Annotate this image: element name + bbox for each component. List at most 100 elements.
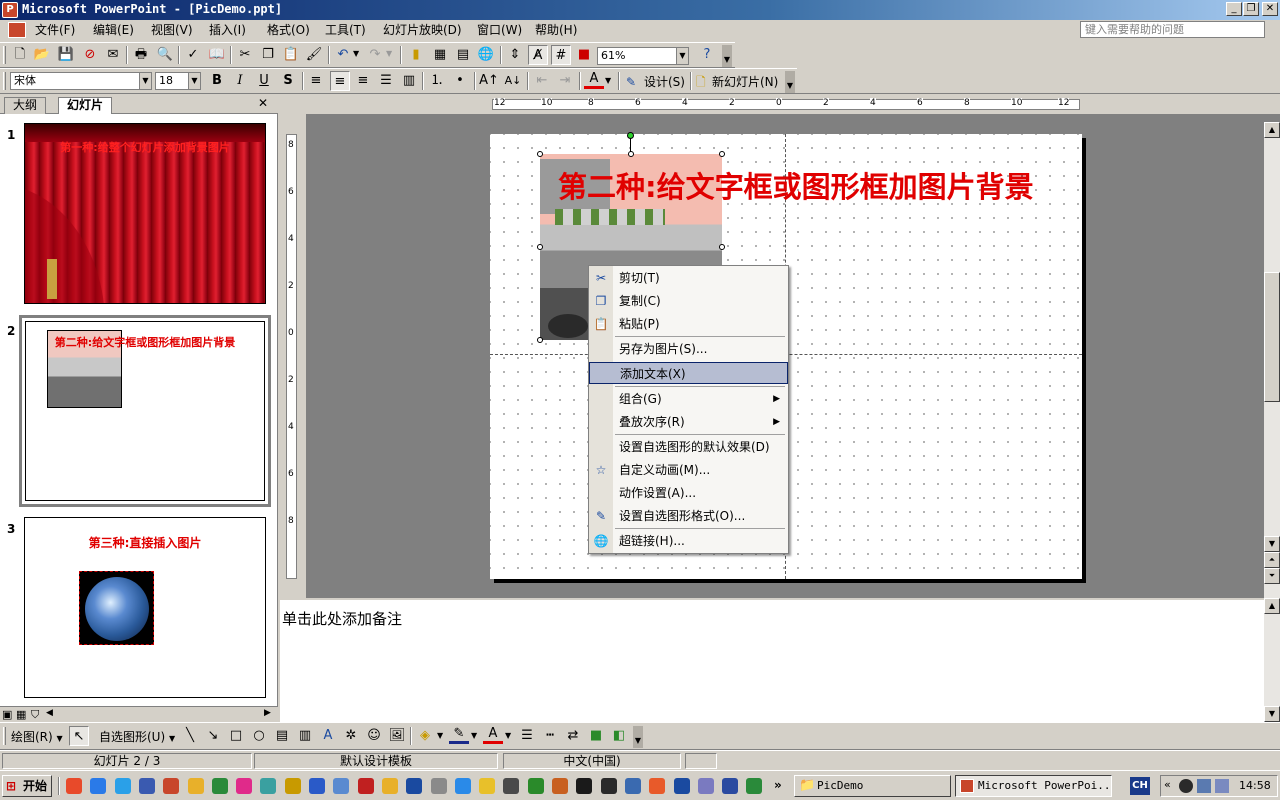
context-menu-item[interactable]: ☆ 自定义动画(M)...	[589, 459, 788, 481]
quick-launch-app-icon[interactable]	[236, 778, 253, 794]
quick-launch-app-icon[interactable]	[114, 778, 131, 794]
research-icon[interactable]: 📖	[207, 45, 227, 65]
volume-icon[interactable]	[1215, 779, 1229, 793]
task-picdemo[interactable]: 📁 PicDemo	[794, 775, 951, 797]
permission-icon[interactable]: ⊘	[80, 45, 100, 65]
bold-button[interactable]: B	[207, 71, 227, 91]
quick-launch-app-icon[interactable]	[406, 778, 423, 794]
resize-handle[interactable]	[537, 337, 543, 343]
wordart-icon[interactable]: A	[318, 726, 338, 746]
context-menu-item[interactable]: ✂ 剪切(T)	[589, 267, 788, 289]
context-menu-item[interactable]: 组合(G) ▶	[589, 388, 788, 410]
redo-dropdown-icon[interactable]: ▼	[386, 49, 392, 58]
quick-launch-app-icon[interactable]	[90, 778, 107, 794]
font-size-select[interactable]: 18 ▼	[155, 72, 201, 90]
increase-font-icon[interactable]: A↑	[479, 71, 499, 91]
quick-launch-app-icon[interactable]	[260, 778, 277, 794]
notes-placeholder[interactable]: 单击此处添加备注	[282, 608, 402, 629]
dash-style-icon[interactable]: ┅	[540, 726, 560, 746]
previous-slide-icon[interactable]: ⏶	[1264, 552, 1280, 568]
quick-launch-app-icon[interactable]	[746, 778, 763, 794]
font-color-icon[interactable]: A	[483, 726, 503, 744]
insert-table-icon[interactable]: ▦	[430, 45, 450, 65]
align-right-icon[interactable]: ≡	[353, 71, 373, 91]
columns-icon[interactable]: ▥	[399, 71, 419, 91]
context-menu-item[interactable]: 📋 粘贴(P)	[589, 313, 788, 335]
email-icon[interactable]: ✉	[103, 45, 123, 65]
resize-handle[interactable]	[537, 244, 543, 250]
task-powerpoint[interactable]: Microsoft PowerPoi...	[955, 775, 1112, 797]
slide-sorter-icon[interactable]: ▦	[16, 708, 26, 721]
format-painter-icon[interactable]: 🖌	[304, 45, 324, 65]
shadow-style-icon[interactable]: ■	[586, 726, 606, 746]
context-menu-item[interactable]: 🌐 超链接(H)...	[589, 530, 788, 552]
quick-launch-app-icon[interactable]	[66, 778, 82, 794]
quick-launch-app-icon[interactable]	[552, 778, 568, 794]
menu-file[interactable]: 文件(F)	[31, 22, 79, 38]
save-icon[interactable]: 💾	[56, 45, 76, 65]
context-menu-item[interactable]: ✎ 设置自选图形格式(O)...	[589, 505, 788, 527]
chevron-down-icon[interactable]: ▼	[676, 48, 688, 64]
scroll-down-icon[interactable]: ▼	[1264, 706, 1280, 722]
align-center-icon[interactable]: ≡	[330, 71, 350, 91]
zoom-select[interactable]: 61% ▼	[597, 47, 689, 65]
line-style-icon[interactable]: ☰	[517, 726, 537, 746]
notes-pane[interactable]: 单击此处添加备注	[280, 598, 1264, 722]
quick-launch-app-icon[interactable]	[357, 778, 374, 794]
quick-launch-app-icon[interactable]	[309, 778, 325, 794]
line-icon[interactable]: ╲	[180, 726, 200, 746]
autoshapes-button[interactable]: 自选图形(U) ▼	[99, 728, 175, 745]
quick-launch-app-icon[interactable]	[211, 778, 228, 794]
diagram-icon[interactable]: ✲	[341, 726, 361, 746]
increase-indent-icon[interactable]: ⇥	[555, 71, 575, 91]
context-menu-item[interactable]: 动作设置(A)...	[589, 482, 788, 504]
quick-launch-app-icon[interactable]	[430, 778, 447, 794]
vertical-textbox-icon[interactable]: ▥	[295, 726, 315, 746]
quick-launch-app-icon[interactable]	[600, 778, 617, 794]
print-icon[interactable]: 🖶	[131, 45, 151, 65]
resize-handle[interactable]	[719, 151, 725, 157]
cut-icon[interactable]: ✂	[235, 45, 255, 65]
show-formatting-icon[interactable]: A̸	[528, 45, 548, 65]
help-search-input[interactable]: 键入需要帮助的问题	[1080, 21, 1265, 38]
insert-picture-icon[interactable]: 🖼	[387, 726, 407, 746]
scroll-left-icon[interactable]: ◀	[46, 708, 53, 718]
toolbar-grip[interactable]	[3, 72, 6, 90]
open-icon[interactable]: 📂	[32, 45, 52, 65]
color-grayscale-icon[interactable]: ■	[574, 45, 594, 65]
close-button[interactable]: ✕	[1262, 2, 1278, 16]
slideshow-view-icon[interactable]: ⛉	[31, 708, 39, 722]
menu-help[interactable]: 帮助(H)	[531, 22, 581, 38]
menu-slideshow[interactable]: 幻灯片放映(D)	[379, 22, 466, 38]
quick-launch-app-icon[interactable]	[284, 778, 301, 794]
resize-handle[interactable]	[719, 244, 725, 250]
help-icon[interactable]: ?	[697, 45, 717, 65]
quick-launch-app-icon[interactable]	[673, 778, 690, 794]
next-slide-icon[interactable]: ⏷	[1264, 568, 1280, 584]
design-button[interactable]: ✎ 设计(S)	[624, 73, 685, 91]
arrow-style-icon[interactable]: ⇄	[563, 726, 583, 746]
vertical-scrollbar[interactable]: ▲ ▼ ⏶ ⏷	[1264, 122, 1280, 598]
quick-launch-app-icon[interactable]	[187, 778, 204, 794]
document-icon[interactable]	[8, 22, 26, 38]
rectangle-icon[interactable]: □	[226, 726, 246, 746]
insert-hyperlink-icon[interactable]: 🌐	[476, 45, 496, 65]
minimize-button[interactable]: _	[1226, 2, 1242, 16]
menu-window[interactable]: 窗口(W)	[473, 22, 526, 38]
tab-slides[interactable]: 幻灯片	[58, 97, 113, 114]
paste-icon[interactable]: 📋	[281, 45, 301, 65]
chevron-down-icon[interactable]: ▼	[188, 73, 200, 89]
quick-launch-app-icon[interactable]	[503, 778, 520, 794]
new-icon[interactable]: 🗋	[10, 45, 30, 65]
ime-indicator[interactable]: CH	[1130, 777, 1150, 795]
context-menu-item[interactable]: ❐ 复制(C)	[589, 290, 788, 312]
select-objects-icon[interactable]: ↖	[69, 726, 89, 746]
font-color-dropdown-icon[interactable]: ▼	[505, 731, 511, 740]
decrease-indent-icon[interactable]: ⇤	[532, 71, 552, 91]
spelling-icon[interactable]: ✓	[183, 45, 203, 65]
slide-thumbnail-2-selected[interactable]: 第二种:给文字框或图形框加图片背景	[19, 315, 271, 507]
undo-dropdown-icon[interactable]: ▼	[353, 49, 359, 58]
undo-icon[interactable]: ↶	[333, 45, 353, 65]
menu-edit[interactable]: 编辑(E)	[89, 22, 138, 38]
oval-icon[interactable]: ○	[249, 726, 269, 746]
